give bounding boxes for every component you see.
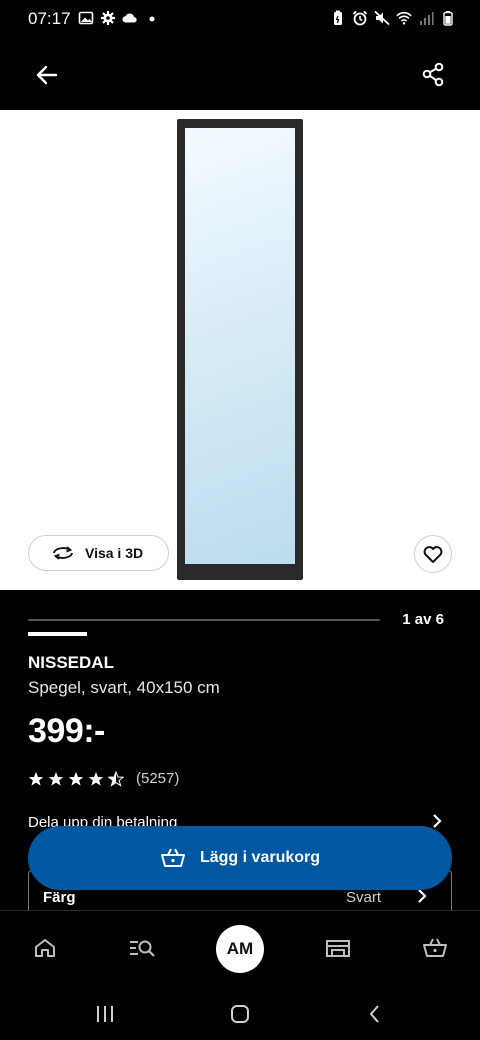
heart-icon — [423, 546, 443, 563]
mirror-glass — [185, 128, 295, 564]
product-rating[interactable]: (5257) — [28, 770, 179, 787]
color-value: Svart — [345, 889, 381, 906]
product-image — [177, 119, 303, 580]
recent-apps-button[interactable] — [91, 1000, 119, 1028]
nav-home[interactable] — [30, 933, 60, 963]
store-icon — [326, 940, 350, 957]
share-button[interactable] — [416, 58, 450, 92]
dot-icon — [149, 16, 155, 22]
nav-store[interactable] — [323, 933, 353, 963]
back-system-button[interactable] — [361, 1000, 389, 1028]
pager-track — [28, 619, 380, 636]
home-icon — [35, 939, 55, 957]
cloud-icon — [122, 13, 137, 23]
nav-profile-avatar[interactable]: AM — [216, 925, 264, 973]
product-price: 399:- — [28, 712, 105, 750]
battery-saver-icon — [334, 10, 342, 25]
view-3d-label: Visa i 3D — [85, 545, 144, 561]
system-navigation — [0, 986, 480, 1040]
battery-icon — [443, 11, 453, 26]
pager-count: 1 av 6 — [402, 611, 444, 628]
half-star-icon — [108, 770, 124, 787]
signal-icon — [420, 12, 434, 25]
image-pager: 1 av 6 — [28, 605, 452, 636]
product-image-gallery[interactable]: Visa i 3D — [0, 110, 480, 590]
bottom-navigation: AM — [0, 910, 480, 986]
home-system-button[interactable] — [226, 1000, 254, 1028]
nav-search[interactable] — [127, 933, 157, 963]
search-list-icon — [130, 940, 155, 957]
status-time: 07:17 — [28, 9, 71, 28]
nav-cart[interactable] — [420, 933, 450, 963]
share-icon — [422, 62, 444, 87]
wifi-icon — [396, 11, 412, 25]
status-left-icons — [78, 10, 160, 26]
rating-count: (5257) — [136, 770, 180, 787]
basket-icon — [160, 848, 185, 867]
chevron-left-icon — [369, 1005, 379, 1023]
home-circle-icon — [231, 1005, 249, 1023]
mute-icon — [374, 10, 390, 26]
product-description: Spegel, svart, 40x150 cm — [28, 678, 220, 697]
add-to-cart-button[interactable]: Lägg i varukorg — [28, 826, 452, 890]
product-name: NISSEDAL — [28, 653, 114, 672]
star-icon — [68, 771, 84, 786]
alarm-icon — [352, 10, 368, 26]
pager-progress — [28, 632, 87, 636]
star-icon — [28, 771, 44, 786]
favorite-button[interactable] — [414, 535, 452, 573]
gear-icon — [101, 11, 115, 25]
rotate-3d-icon — [53, 546, 73, 560]
app-bar — [0, 40, 480, 110]
image-icon — [78, 11, 94, 25]
star-icon — [48, 771, 64, 786]
arrow-left-icon — [36, 65, 58, 85]
status-right-icons — [330, 10, 456, 26]
view-3d-button[interactable]: Visa i 3D — [28, 535, 169, 571]
color-label: Färg — [43, 889, 76, 906]
add-to-cart-label: Lägg i varukorg — [199, 849, 321, 866]
status-bar: 07:17 — [0, 0, 480, 40]
recent-apps-icon — [97, 1006, 113, 1022]
back-button[interactable] — [30, 58, 64, 92]
star-icon — [88, 771, 104, 786]
basket-icon — [423, 938, 447, 957]
